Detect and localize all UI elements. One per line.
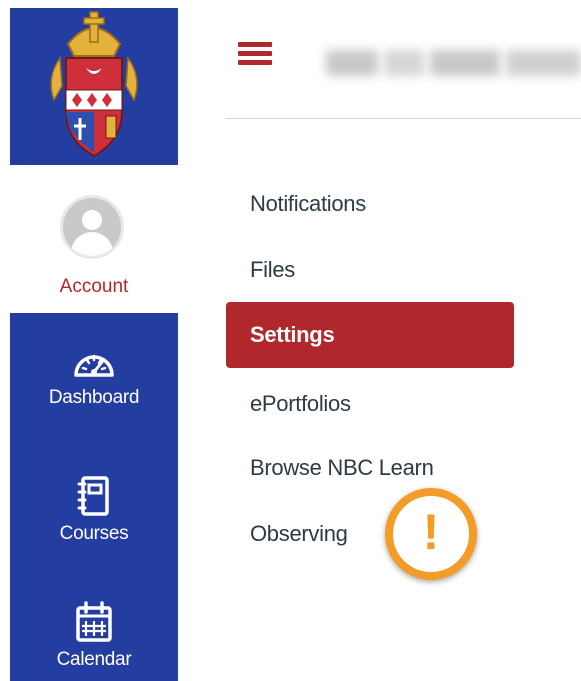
nav-item-calendar[interactable]: Calendar [10, 601, 178, 671]
nav-panel: Dashboard Courses Calendar [10, 313, 178, 681]
nav-item-dashboard[interactable]: Dashboard [10, 345, 178, 409]
avatar[interactable] [60, 195, 124, 259]
nav-item-courses[interactable]: Courses [10, 475, 178, 545]
menu-item-files[interactable]: Files [226, 239, 514, 301]
global-nav: Account Dashboard Courses Calendar [10, 8, 178, 681]
warning-symbol: ! [422, 504, 440, 560]
nav-item-label: Courses [59, 523, 129, 544]
menu-item-settings[interactable]: Settings [226, 302, 514, 368]
menu-item-notifications[interactable]: Notifications [226, 173, 514, 235]
menu-item-eportfolios[interactable]: ePortfolios [226, 373, 514, 435]
hamburger-icon[interactable] [238, 42, 272, 66]
account-nav-item[interactable]: Account [10, 165, 178, 313]
crest-logo-icon [50, 11, 138, 158]
dashboard-icon [10, 345, 178, 381]
logo-panel[interactable] [10, 8, 178, 165]
courses-icon [10, 475, 178, 517]
calendar-icon [10, 601, 178, 643]
header-title-blurred [322, 40, 581, 88]
account-label: Account [59, 276, 129, 297]
warning-icon: ! [385, 488, 495, 580]
avatar-head [82, 210, 102, 230]
nav-item-label: Dashboard [48, 387, 140, 408]
header-divider [226, 118, 581, 119]
nav-item-label: Calendar [56, 649, 132, 670]
avatar-shoulders [71, 232, 113, 256]
